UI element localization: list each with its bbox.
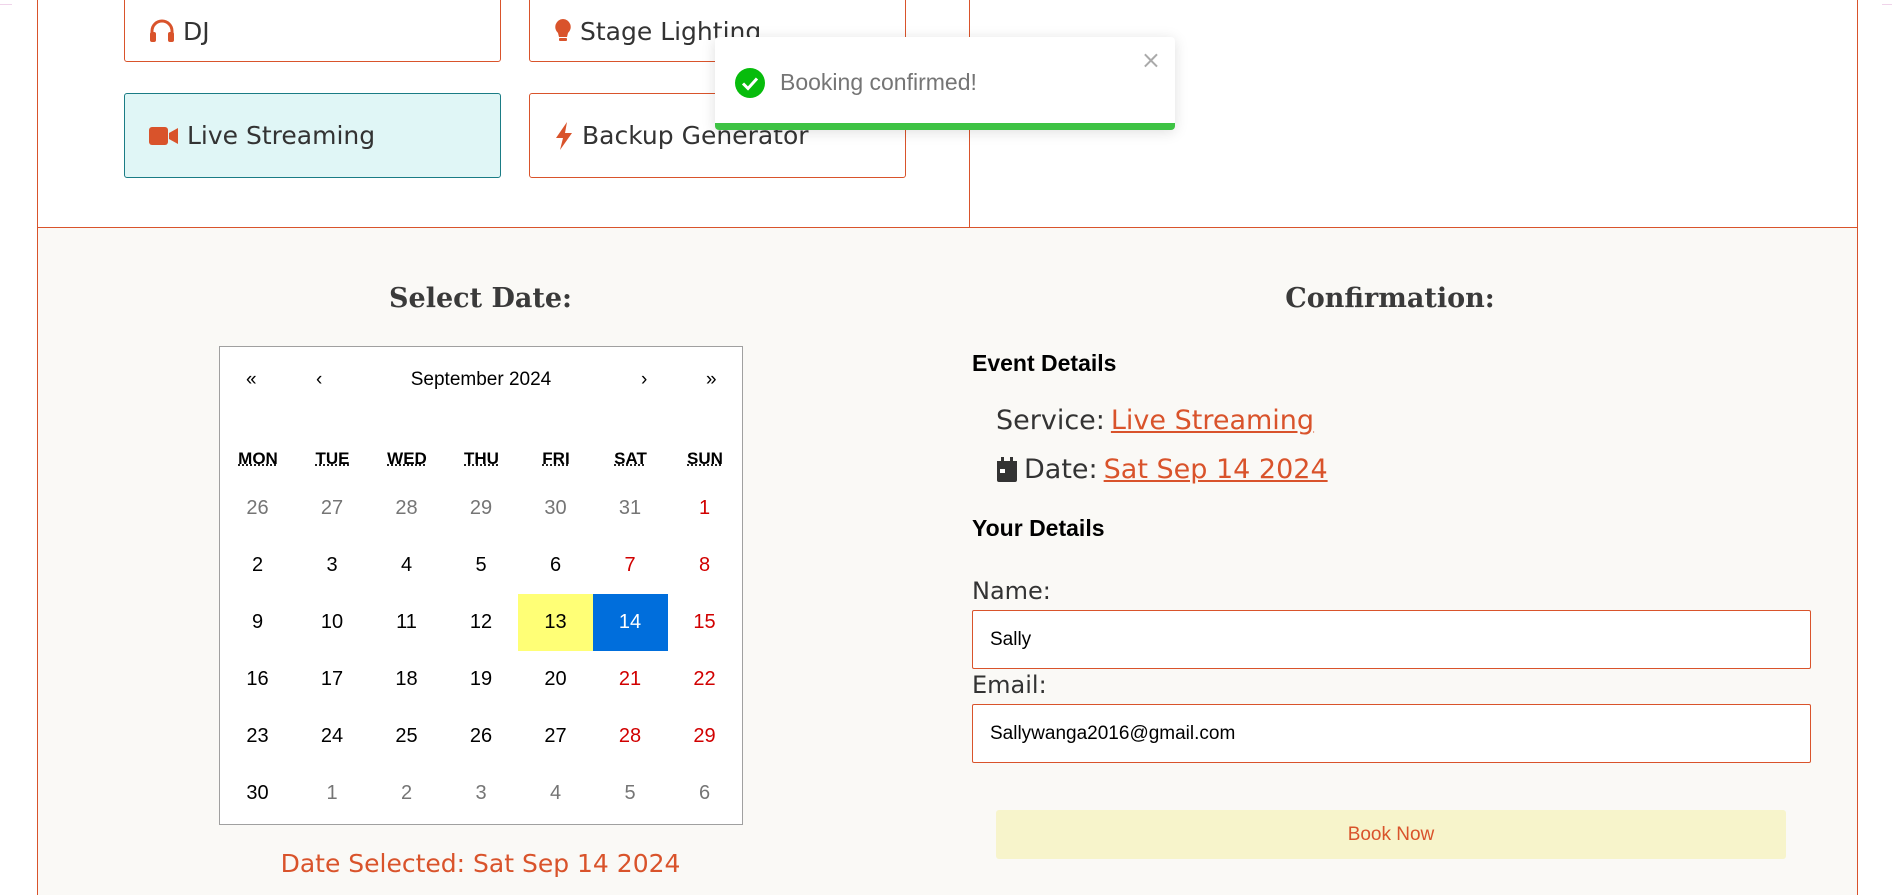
calendar-day[interactable]: 2 — [369, 765, 444, 822]
weekday-header: SAT — [614, 449, 647, 468]
weekday-header: WED — [387, 449, 427, 468]
calendar-day[interactable]: 20 — [518, 651, 593, 708]
calendar-day[interactable]: 22 — [667, 651, 742, 708]
calendar-day[interactable]: 13 — [518, 594, 593, 651]
calendar-day[interactable]: 14 — [592, 594, 668, 651]
calendar-day[interactable]: 17 — [295, 651, 370, 708]
calendar-day[interactable]: 3 — [444, 765, 519, 822]
calendar-month-label[interactable]: September 2024 — [220, 369, 742, 391]
lightning-icon — [554, 121, 574, 150]
calendar-next-year-button[interactable]: » — [706, 369, 717, 391]
service-card-dj[interactable]: DJ — [124, 0, 501, 62]
calendar-day[interactable]: 4 — [369, 537, 444, 594]
select-date-title: Select Date: — [389, 283, 572, 314]
confirmation-title: Confirmation: — [1285, 283, 1495, 314]
calendar-day[interactable]: 31 — [593, 480, 668, 537]
toast-message: Booking confirmed! — [780, 69, 977, 95]
calendar: « ‹ September 2024 › » MON TUE WED THU FRI SA… — [219, 346, 743, 825]
calendar-day[interactable]: 6 — [518, 537, 593, 594]
calendar-next-month-button[interactable]: › — [641, 369, 647, 391]
calendar-day[interactable]: 30 — [518, 480, 593, 537]
calendar-day[interactable]: 26 — [220, 480, 295, 537]
close-icon[interactable]: × — [1141, 46, 1161, 74]
confirmation-section: Confirmation: Event Details Service: Liv… — [923, 228, 1858, 895]
calendar-day[interactable]: 11 — [369, 594, 444, 651]
calendar-day[interactable]: 27 — [518, 708, 593, 765]
check-circle-icon — [735, 68, 765, 102]
date-detail: Date: Sat Sep 14 2024 — [996, 454, 1328, 485]
calendar-icon — [996, 456, 1018, 483]
service-detail-label: Service: — [996, 405, 1105, 436]
service-label-live-streaming: Live Streaming — [187, 121, 376, 150]
calendar-day[interactable]: 27 — [295, 480, 370, 537]
date-section: Select Date: « ‹ September 2024 › » MON T… — [37, 228, 924, 895]
calendar-day[interactable]: 19 — [444, 651, 519, 708]
calendar-day[interactable]: 28 — [369, 480, 444, 537]
date-detail-value[interactable]: Sat Sep 14 2024 — [1104, 454, 1328, 485]
calendar-day[interactable]: 25 — [369, 708, 444, 765]
calendar-day[interactable]: 1 — [667, 480, 742, 537]
calendar-day[interactable]: 15 — [667, 594, 742, 651]
calendar-day[interactable]: 2 — [220, 537, 295, 594]
your-details-heading: Your Details — [972, 515, 1105, 541]
weekday-header: SUN — [687, 449, 723, 468]
service-card-live-streaming[interactable]: Live Streaming — [124, 93, 501, 178]
email-label: Email: — [972, 671, 1047, 699]
calendar-day[interactable]: 4 — [518, 765, 593, 822]
date-selected-text: Date Selected: Sat Sep 14 2024 — [280, 849, 681, 878]
calendar-day[interactable]: 30 — [220, 765, 295, 822]
calendar-day[interactable]: 5 — [444, 537, 519, 594]
calendar-day[interactable]: 28 — [593, 708, 668, 765]
calendar-day[interactable]: 6 — [667, 765, 742, 822]
calendar-day[interactable]: 5 — [593, 765, 668, 822]
calendar-day[interactable]: 18 — [369, 651, 444, 708]
service-detail: Service: Live Streaming — [996, 405, 1314, 436]
weekday-header: THU — [464, 449, 499, 468]
calendar-day[interactable]: 7 — [593, 537, 668, 594]
service-detail-value[interactable]: Live Streaming — [1111, 405, 1314, 436]
video-camera-icon — [149, 126, 179, 146]
event-details-heading: Event Details — [972, 350, 1117, 376]
email-field[interactable]: Sallywanga2016@gmail.com — [972, 704, 1811, 763]
calendar-day[interactable]: 9 — [220, 594, 295, 651]
calendar-day[interactable]: 26 — [444, 708, 519, 765]
calendar-day[interactable]: 3 — [295, 537, 370, 594]
toast-progress-bar — [715, 123, 1175, 130]
weekday-header: TUE — [315, 449, 350, 468]
calendar-day[interactable]: 8 — [667, 537, 742, 594]
calendar-day[interactable]: 12 — [444, 594, 519, 651]
book-now-button[interactable]: Book Now — [996, 810, 1786, 859]
lightbulb-icon — [554, 18, 572, 44]
name-field[interactable]: Sally — [972, 610, 1811, 669]
calendar-day[interactable]: 10 — [295, 594, 370, 651]
service-label-dj: DJ — [183, 16, 210, 46]
name-label: Name: — [972, 577, 1051, 605]
calendar-day[interactable]: 29 — [667, 708, 742, 765]
calendar-day[interactable]: 21 — [593, 651, 668, 708]
weekday-header: FRI — [542, 449, 570, 468]
weekday-header: MON — [238, 449, 278, 468]
calendar-day[interactable]: 29 — [444, 480, 519, 537]
date-detail-label: Date: — [1024, 454, 1098, 485]
calendar-day[interactable]: 24 — [295, 708, 370, 765]
headphones-icon — [149, 19, 175, 43]
calendar-day[interactable]: 23 — [220, 708, 295, 765]
booking-toast: Booking confirmed! × — [715, 37, 1175, 130]
calendar-day[interactable]: 16 — [220, 651, 295, 708]
calendar-day[interactable]: 1 — [295, 765, 370, 822]
